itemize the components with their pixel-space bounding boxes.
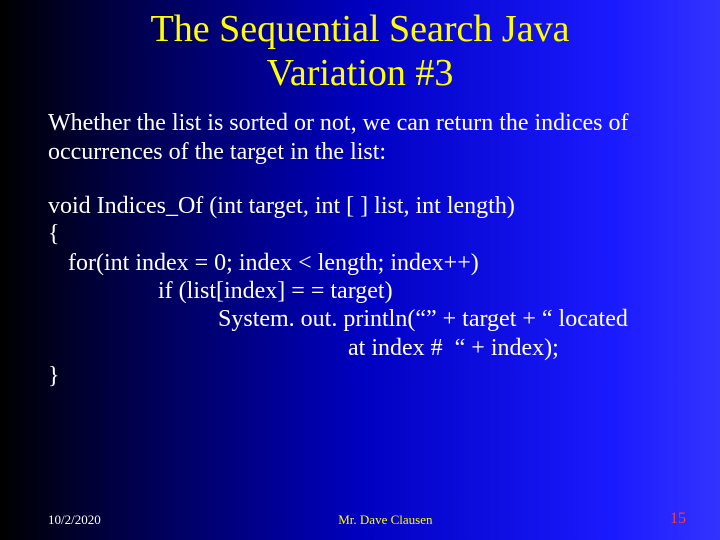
footer-page-number: 15	[670, 510, 686, 528]
slide-body: Whether the list is sorted or not, we ca…	[0, 95, 720, 390]
footer-author: Mr. Dave Clausen	[101, 512, 670, 528]
code-line: }	[48, 362, 672, 390]
intro-text: Whether the list is sorted or not, we ca…	[48, 109, 672, 166]
code-line: if (list[index] = = target)	[48, 277, 672, 305]
footer-date: 10/2/2020	[48, 512, 101, 528]
code-line: System. out. println(“” + target + “ loc…	[48, 305, 672, 333]
title-line-2: Variation #3	[267, 52, 454, 94]
code-line: {	[48, 220, 672, 248]
code-line: void Indices_Of (int target, int [ ] lis…	[48, 192, 672, 220]
code-line: for(int index = 0; index < length; index…	[48, 249, 672, 277]
slide-title: The Sequential Search Java Variation #3	[0, 0, 720, 95]
code-line: at index # “ + index);	[48, 334, 672, 362]
title-line-1: The Sequential Search Java	[151, 8, 570, 50]
code-block: void Indices_Of (int target, int [ ] lis…	[48, 192, 672, 390]
slide-footer: 10/2/2020 Mr. Dave Clausen 15	[0, 510, 720, 528]
